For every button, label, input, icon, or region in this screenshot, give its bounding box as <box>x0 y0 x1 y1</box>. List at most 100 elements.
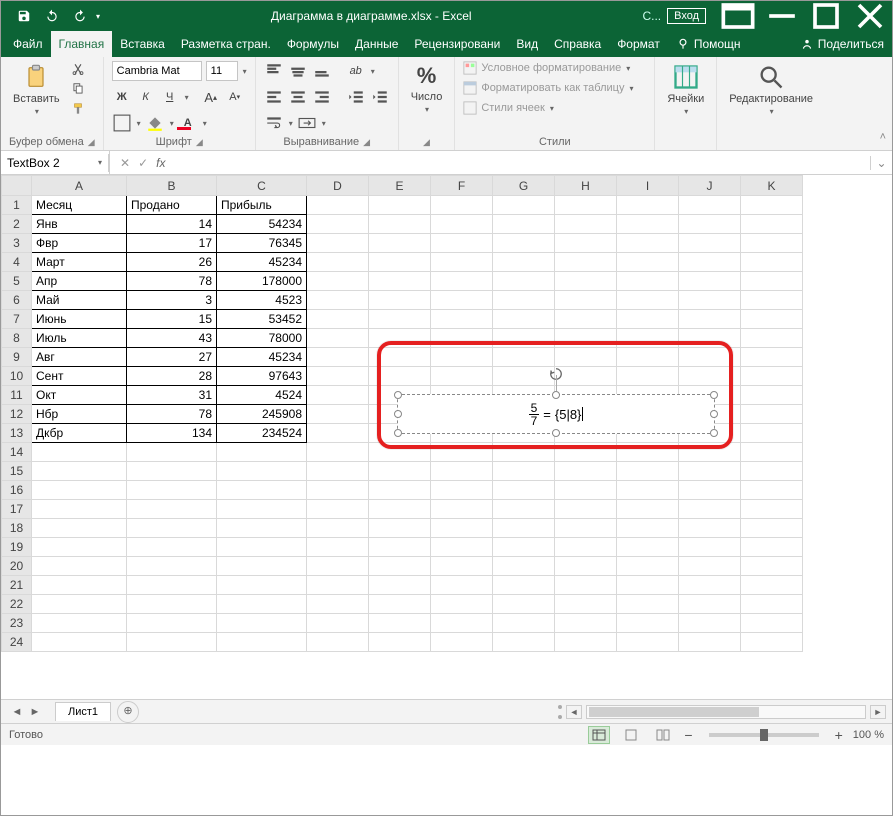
sheet-nav-prev-icon[interactable]: ◄ <box>9 706 25 718</box>
cell[interactable] <box>431 215 493 234</box>
cell[interactable] <box>617 595 679 614</box>
cell[interactable]: Май <box>32 291 127 310</box>
cell[interactable] <box>217 538 307 557</box>
row-header[interactable]: 16 <box>2 481 32 500</box>
cell[interactable] <box>32 538 127 557</box>
cell[interactable] <box>431 310 493 329</box>
column-header[interactable]: I <box>617 176 679 196</box>
cell[interactable] <box>493 291 555 310</box>
zoom-slider[interactable] <box>709 733 819 737</box>
column-header[interactable]: C <box>217 176 307 196</box>
cell[interactable] <box>741 367 803 386</box>
cell[interactable] <box>493 576 555 595</box>
cell[interactable] <box>32 462 127 481</box>
cell[interactable] <box>307 196 369 215</box>
cell[interactable] <box>679 215 741 234</box>
tab-file[interactable]: Файл <box>5 31 51 57</box>
cell[interactable]: Фвр <box>32 234 127 253</box>
cell[interactable] <box>617 538 679 557</box>
cell[interactable] <box>741 348 803 367</box>
row-header[interactable]: 15 <box>2 462 32 481</box>
cell[interactable] <box>431 272 493 291</box>
cell[interactable] <box>369 329 431 348</box>
align-bottom-icon[interactable] <box>312 61 332 81</box>
zoom-out-icon[interactable]: − <box>684 727 692 743</box>
cell[interactable] <box>555 576 617 595</box>
cell[interactable]: Прибыль <box>217 196 307 215</box>
cell[interactable] <box>555 633 617 652</box>
cell[interactable] <box>617 367 679 386</box>
cell[interactable] <box>217 500 307 519</box>
cell[interactable] <box>369 614 431 633</box>
cell[interactable] <box>617 310 679 329</box>
cell[interactable]: Нбр <box>32 405 127 424</box>
tab-page-layout[interactable]: Разметка стран. <box>173 31 279 57</box>
cell[interactable] <box>617 329 679 348</box>
fx-icon[interactable]: fx <box>156 156 165 170</box>
collapse-ribbon-icon[interactable]: ˄ <box>880 131 886 143</box>
font-name-input[interactable] <box>112 61 202 81</box>
cell[interactable] <box>307 386 369 405</box>
textbox-shape[interactable]: 57 = {5|8} <box>397 394 715 434</box>
cell[interactable] <box>127 443 217 462</box>
cell[interactable]: Продано <box>127 196 217 215</box>
ribbon-display-icon[interactable] <box>716 1 760 31</box>
cell[interactable] <box>307 424 369 443</box>
cell-styles-button[interactable]: Стили ячеек▾ <box>463 101 554 115</box>
cell[interactable] <box>555 234 617 253</box>
row-header[interactable]: 2 <box>2 215 32 234</box>
undo-icon[interactable] <box>39 4 65 28</box>
cell[interactable] <box>741 234 803 253</box>
cell[interactable] <box>431 234 493 253</box>
cell[interactable] <box>617 443 679 462</box>
cell[interactable] <box>617 291 679 310</box>
tab-view[interactable]: Вид <box>508 31 546 57</box>
cell[interactable] <box>493 234 555 253</box>
cell[interactable] <box>617 576 679 595</box>
cell[interactable] <box>741 633 803 652</box>
cell[interactable] <box>369 481 431 500</box>
cell[interactable] <box>741 196 803 215</box>
column-header[interactable]: G <box>493 176 555 196</box>
cell[interactable] <box>555 367 617 386</box>
cell[interactable] <box>741 215 803 234</box>
tab-insert[interactable]: Вставка <box>112 31 173 57</box>
cell[interactable] <box>431 462 493 481</box>
cell[interactable]: 31 <box>127 386 217 405</box>
cell[interactable] <box>217 595 307 614</box>
cell[interactable]: 3 <box>127 291 217 310</box>
cell[interactable] <box>307 557 369 576</box>
cell[interactable] <box>679 557 741 576</box>
cell[interactable] <box>369 595 431 614</box>
cell[interactable] <box>127 614 217 633</box>
row-header[interactable]: 12 <box>2 405 32 424</box>
cell[interactable] <box>431 253 493 272</box>
cell[interactable]: 45234 <box>217 253 307 272</box>
cell[interactable] <box>431 614 493 633</box>
column-header[interactable]: E <box>369 176 431 196</box>
cell[interactable] <box>369 253 431 272</box>
cell[interactable] <box>431 443 493 462</box>
column-header[interactable]: J <box>679 176 741 196</box>
percent-button[interactable]: % Число▾ <box>407 61 447 116</box>
cell[interactable] <box>555 215 617 234</box>
cell[interactable]: 97643 <box>217 367 307 386</box>
cell[interactable] <box>307 481 369 500</box>
cell[interactable] <box>741 272 803 291</box>
cell[interactable] <box>555 443 617 462</box>
cell[interactable] <box>493 196 555 215</box>
cell[interactable] <box>493 614 555 633</box>
row-header[interactable]: 8 <box>2 329 32 348</box>
cell[interactable] <box>617 253 679 272</box>
cell[interactable] <box>741 576 803 595</box>
cell[interactable] <box>217 576 307 595</box>
cell[interactable]: 27 <box>127 348 217 367</box>
cell[interactable] <box>679 234 741 253</box>
cell[interactable] <box>217 633 307 652</box>
cell[interactable] <box>493 633 555 652</box>
cell[interactable] <box>679 481 741 500</box>
cell[interactable] <box>307 405 369 424</box>
cell[interactable] <box>555 481 617 500</box>
row-header[interactable]: 10 <box>2 367 32 386</box>
zoom-in-icon[interactable]: + <box>835 727 843 743</box>
